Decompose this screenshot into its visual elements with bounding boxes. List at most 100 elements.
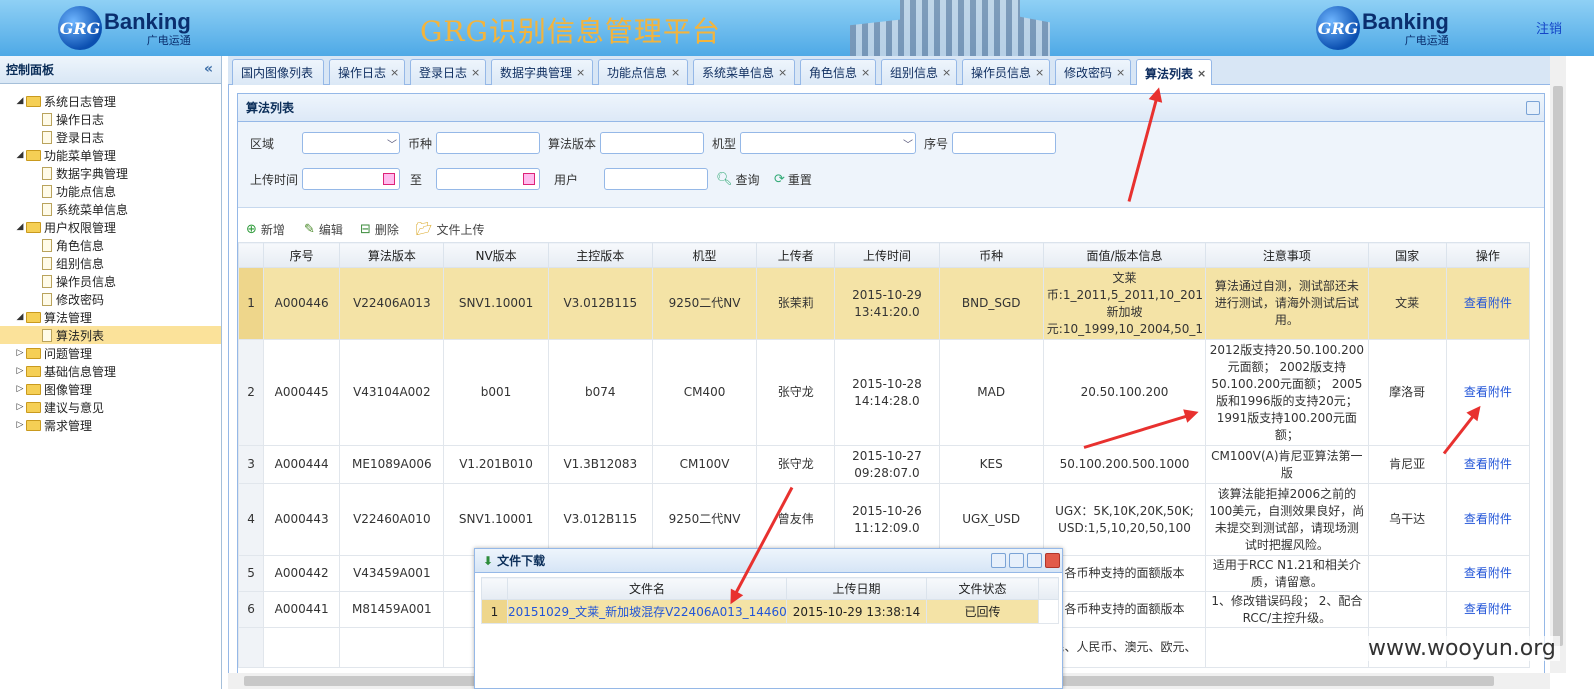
collapsed-toggle-icon[interactable]: ▷	[14, 348, 26, 358]
sidebar-item-2[interactable]: 登录日志	[0, 128, 221, 146]
tab-2[interactable]: 登录日志 ×	[410, 59, 486, 85]
sidebar-item-1[interactable]: 操作日志	[0, 110, 221, 128]
close-icon[interactable]: ×	[471, 66, 480, 79]
sidebar-item-0[interactable]: ◢ 系统日志管理	[0, 92, 221, 110]
expanded-toggle-icon[interactable]: ◢	[14, 222, 26, 232]
close-icon[interactable]: ×	[1035, 66, 1044, 79]
tab-9[interactable]: 修改密码 ×	[1055, 59, 1131, 85]
column-header[interactable]: 上传者	[756, 242, 836, 268]
column-header[interactable]: 机型	[651, 242, 758, 268]
sidebar-item-10[interactable]: 操作员信息	[0, 272, 221, 290]
collapsed-toggle-icon[interactable]: ▷	[14, 384, 26, 394]
column-header[interactable]: 上传日期	[786, 577, 927, 600]
column-header[interactable]: 算法版本	[339, 242, 445, 268]
close-icon[interactable]: ×	[576, 66, 585, 79]
algo-version-input[interactable]	[600, 132, 704, 154]
column-header[interactable]: NV版本	[443, 242, 549, 268]
file-name-link[interactable]: 20151029_文莱_新加坡混存V22406A013_1446097	[509, 605, 786, 619]
close-icon[interactable]: ×	[778, 66, 787, 79]
close-icon[interactable]: ×	[671, 66, 680, 79]
minimize-icon[interactable]	[1009, 553, 1024, 568]
model-select[interactable]: ﹀	[740, 132, 916, 154]
sidebar-item-17[interactable]: ▷ 建议与意见	[0, 398, 221, 416]
column-header[interactable]: 文件名	[507, 577, 787, 600]
sidebar-item-3[interactable]: ◢ 功能菜单管理	[0, 146, 221, 164]
tab-7[interactable]: 组别信息 ×	[881, 59, 957, 85]
close-icon[interactable]	[1045, 553, 1060, 568]
table-cell[interactable]: 查看附件	[1445, 339, 1531, 446]
expanded-toggle-icon[interactable]: ◢	[14, 312, 26, 322]
sidebar-item-16[interactable]: ▷ 图像管理	[0, 380, 221, 398]
delete-button[interactable]: ⊟ 删除	[360, 221, 399, 238]
sidebar-item-11[interactable]: 修改密码	[0, 290, 221, 308]
view-attachment-link[interactable]: 查看附件	[1450, 565, 1526, 582]
view-attachment-link[interactable]: 查看附件	[1450, 456, 1526, 473]
column-header[interactable]: 国家	[1367, 242, 1447, 268]
search-button[interactable]: 🔍︎ 查询	[716, 171, 760, 188]
table-row[interactable]: 1 20151029_文莱_新加坡混存V22406A013_1446097 2015…	[481, 599, 1059, 624]
close-icon[interactable]: ×	[861, 66, 870, 79]
expanded-toggle-icon[interactable]: ◢	[14, 150, 26, 160]
sidebar-item-12[interactable]: ◢ 算法管理	[0, 308, 221, 326]
table-row[interactable]: 3 A000444 ME1089A006 V1.201B010 V1.3B12083 CM…	[237, 445, 1531, 484]
view-attachment-link[interactable]: 查看附件	[1450, 601, 1526, 618]
close-icon[interactable]: ×	[390, 66, 399, 79]
column-header[interactable]: 币种	[938, 242, 1044, 268]
table-cell[interactable]: 查看附件	[1445, 555, 1531, 592]
edit-button[interactable]: ✎ 编辑	[304, 221, 343, 238]
column-header[interactable]: 操作	[1445, 242, 1531, 268]
serial-input[interactable]	[952, 132, 1056, 154]
expanded-toggle-icon[interactable]: ◢	[14, 96, 26, 106]
tab-8[interactable]: 操作员信息 ×	[962, 59, 1050, 85]
view-attachment-link[interactable]: 查看附件	[1450, 295, 1526, 312]
tab-4[interactable]: 功能点信息 ×	[598, 59, 688, 85]
collapsed-toggle-icon[interactable]: ▷	[14, 402, 26, 412]
tab-5[interactable]: 系统菜单信息 ×	[693, 59, 795, 85]
scroll-thumb[interactable]	[1553, 86, 1563, 646]
sidebar-item-8[interactable]: 角色信息	[0, 236, 221, 254]
tab-0[interactable]: 国内图像列表	[232, 59, 324, 85]
close-icon[interactable]: ×	[942, 66, 951, 79]
sidebar-item-9[interactable]: 组别信息	[0, 254, 221, 272]
column-header[interactable]: 上传时间	[834, 242, 940, 268]
reset-button[interactable]: ⟳ 重置	[774, 171, 812, 188]
maximize-icon[interactable]	[1027, 553, 1042, 568]
user-input[interactable]	[604, 168, 708, 190]
column-header[interactable]: 主控版本	[547, 242, 653, 268]
sidebar-item-18[interactable]: ▷ 需求管理	[0, 416, 221, 434]
table-cell[interactable]: 20151029_文莱_新加坡混存V22406A013_1446097	[507, 599, 787, 624]
panel-collapse-icon[interactable]	[1526, 101, 1540, 115]
tab-10[interactable]: 算法列表 ×	[1136, 59, 1212, 86]
sidebar-item-15[interactable]: ▷ 基础信息管理	[0, 362, 221, 380]
table-cell[interactable]: 查看附件	[1445, 483, 1531, 556]
view-attachment-link[interactable]: 查看附件	[1450, 511, 1526, 528]
collapsed-toggle-icon[interactable]: ▷	[14, 366, 26, 376]
calendar-icon[interactable]	[523, 173, 535, 185]
column-header[interactable]: 面值/版本信息	[1042, 242, 1207, 268]
column-header[interactable]: 序号	[263, 242, 341, 268]
tab-6[interactable]: 角色信息 ×	[800, 59, 876, 85]
sidebar-item-5[interactable]: 功能点信息	[0, 182, 221, 200]
table-cell[interactable]: 查看附件	[1445, 267, 1531, 340]
upload-button[interactable]: 📂︎ 文件上传	[416, 221, 485, 238]
sidebar-item-6[interactable]: 系统菜单信息	[0, 200, 221, 218]
sidebar-item-4[interactable]: 数据字典管理	[0, 164, 221, 182]
collapsed-toggle-icon[interactable]: ▷	[14, 420, 26, 430]
close-icon[interactable]: ×	[1197, 67, 1206, 80]
close-icon[interactable]: ×	[1116, 66, 1125, 79]
upload-time-from[interactable]	[302, 168, 400, 190]
sidebar-item-13[interactable]: 算法列表	[0, 326, 221, 344]
region-select[interactable]: ﹀	[302, 132, 400, 154]
table-row[interactable]: 1 A000446 V22406A013 SNV1.10001 V3.012B115 92…	[237, 267, 1531, 340]
sidebar-item-14[interactable]: ▷ 问题管理	[0, 344, 221, 362]
vertical-scrollbar[interactable]	[1550, 56, 1566, 673]
table-row[interactable]: 4 A000443 V22460A010 SNV1.10001 V3.012B115 92…	[237, 483, 1531, 556]
column-header[interactable]: 文件状态	[926, 577, 1039, 600]
tab-1[interactable]: 操作日志 ×	[329, 59, 405, 85]
collapse-icon[interactable]	[991, 553, 1006, 568]
tab-3[interactable]: 数据字典管理 ×	[491, 59, 593, 85]
table-cell[interactable]: 查看附件	[1445, 445, 1531, 484]
sidebar-item-7[interactable]: ◢ 用户权限管理	[0, 218, 221, 236]
currency-input[interactable]	[436, 132, 540, 154]
view-attachment-link[interactable]: 查看附件	[1450, 384, 1526, 401]
